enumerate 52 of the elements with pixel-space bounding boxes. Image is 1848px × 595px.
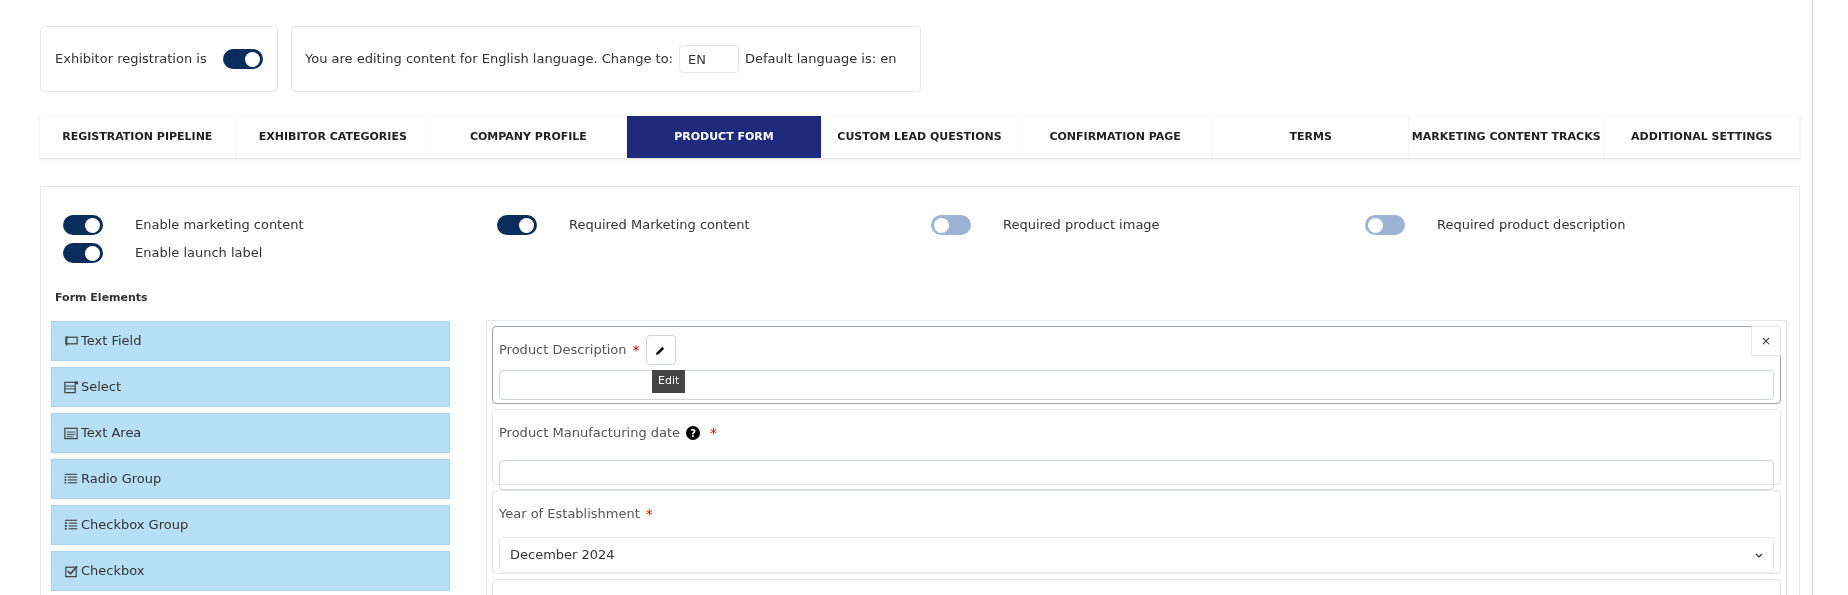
- form-element-item[interactable]: Radio Group: [51, 459, 450, 499]
- edit-button[interactable]: [645, 335, 676, 365]
- tab[interactable]: TERMS: [1213, 116, 1409, 158]
- toggle-label: Enable launch label: [135, 244, 263, 263]
- language-text: You are editing content for English language. Change to:: [305, 50, 673, 69]
- form-element-item[interactable]: Select: [51, 367, 450, 407]
- toggle-label: Required product description: [1437, 216, 1626, 235]
- registration-label: Exhibitor registration is: [55, 50, 207, 69]
- required-mark: *: [645, 504, 653, 524]
- help-icon[interactable]: ?: [686, 426, 701, 440]
- section-title: Form Elements: [55, 290, 148, 306]
- toggle-switch[interactable]: [931, 215, 971, 235]
- tooltip: Edit: [652, 370, 686, 393]
- toggle-switch[interactable]: [63, 215, 103, 235]
- tab[interactable]: PRODUCT FORM: [626, 116, 823, 158]
- list-box-icon: [63, 379, 79, 395]
- tab[interactable]: REGISTRATION PIPELINE: [40, 116, 236, 158]
- field-label: Product Description: [499, 341, 627, 360]
- toggle-label: Required Marketing content: [569, 216, 750, 235]
- input-field[interactable]: [499, 370, 1774, 400]
- form-element-item[interactable]: Text Area: [51, 413, 450, 453]
- list-icon: [63, 517, 79, 533]
- toggle-switch[interactable]: [222, 49, 263, 69]
- field-label: Product Manufacturing date: [499, 424, 681, 443]
- tab[interactable]: CUSTOM LEAD QUESTIONS: [822, 116, 1018, 158]
- form-element-item[interactable]: Checkbox: [51, 551, 450, 591]
- pencil-icon: [655, 344, 667, 356]
- required-mark: *: [632, 340, 640, 360]
- tab[interactable]: MARKETING CONTENT TRACKS: [1408, 116, 1605, 158]
- toggle-switch[interactable]: [497, 215, 537, 235]
- tab[interactable]: COMPANY PROFILE: [431, 116, 627, 158]
- close-button[interactable]: ×: [1751, 326, 1781, 356]
- toggle-switch[interactable]: [63, 243, 103, 263]
- input-field[interactable]: [499, 460, 1774, 490]
- field-label: Year of Establishment: [499, 505, 640, 524]
- toggle-label: Required product image: [1003, 216, 1160, 235]
- form-element-item[interactable]: Checkbox Group: [51, 505, 450, 545]
- language-input[interactable]: EN: [679, 45, 739, 73]
- required-mark: *: [710, 423, 718, 443]
- checkbox-icon: [63, 563, 79, 579]
- form-element-item[interactable]: Text Field: [51, 321, 450, 361]
- text-field-icon: [63, 333, 79, 349]
- tab[interactable]: CONFIRMATION PAGE: [1017, 116, 1214, 158]
- default-language-text: Default language is: en: [745, 50, 897, 69]
- toggle-switch[interactable]: [1365, 215, 1405, 235]
- tab[interactable]: EXHIBITOR CATEGORIES: [235, 116, 432, 158]
- toggle-label: Enable marketing content: [135, 216, 304, 235]
- select-field[interactable]: December 2024: [499, 537, 1774, 573]
- tab[interactable]: ADDITIONAL SETTINGS: [1604, 116, 1801, 158]
- list-icon: [63, 471, 79, 487]
- text-area-icon: [63, 425, 79, 441]
- chevron-down-icon: [1755, 552, 1763, 558]
